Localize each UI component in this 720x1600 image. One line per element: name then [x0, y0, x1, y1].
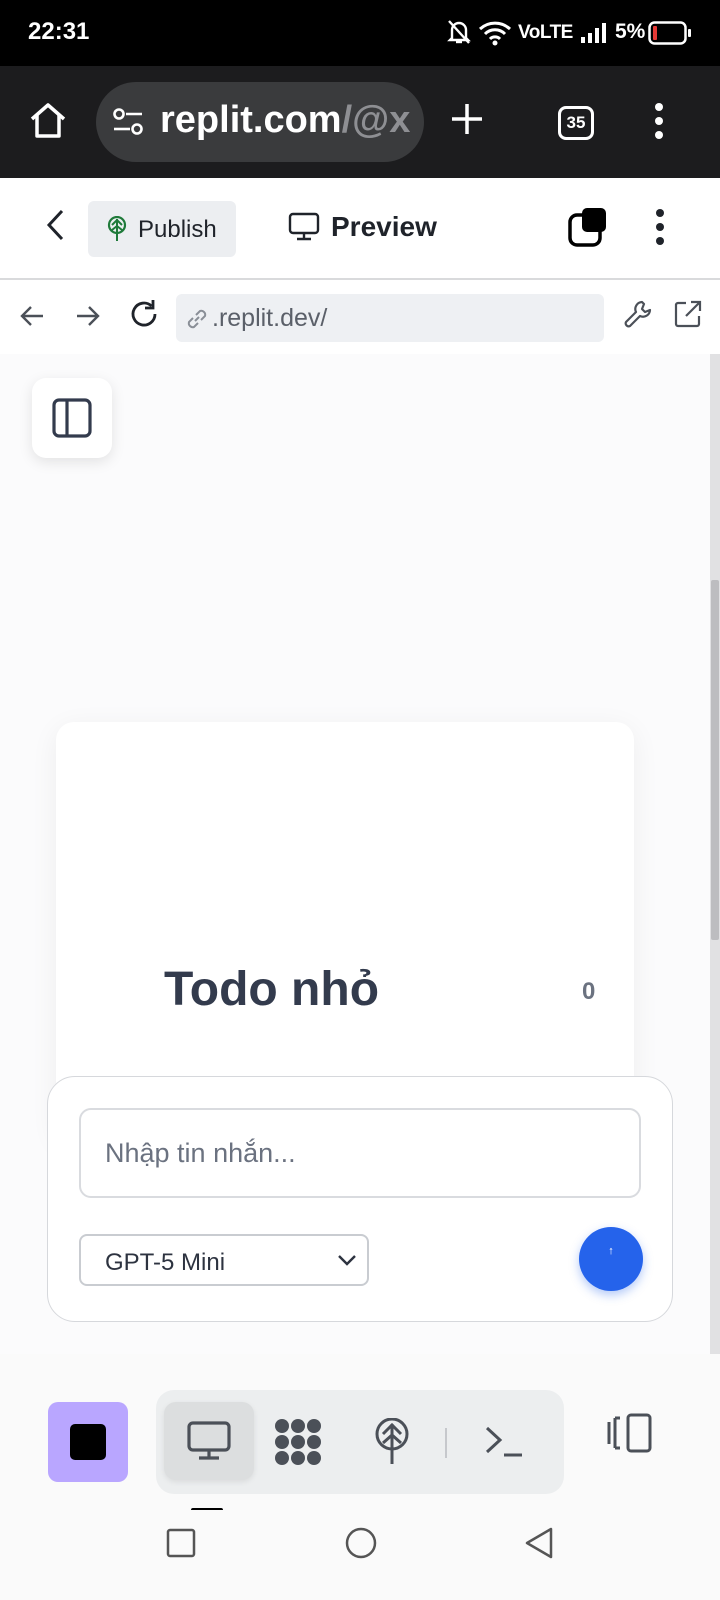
scrollbar-thumb[interactable] [711, 580, 719, 940]
tool-switcher [156, 1390, 564, 1494]
url-path: /@x [341, 99, 411, 141]
bottom-toolbar [0, 1354, 720, 1510]
tool-preview-tab[interactable] [164, 1402, 254, 1480]
sidebar-toggle-button[interactable] [32, 378, 112, 458]
publish-button[interactable]: Publish [88, 201, 236, 257]
wifi-icon [478, 20, 512, 46]
arrow-right-icon[interactable] [74, 302, 102, 330]
publish-tree-icon[interactable] [372, 1418, 412, 1466]
todo-title: Todo nhỏ [164, 963, 380, 1016]
browser-toolbar: replit.com/@x 35 [0, 66, 720, 178]
mute-icon [446, 18, 472, 46]
publish-tree-icon [106, 216, 128, 242]
arrow-left-icon[interactable] [18, 302, 46, 330]
browser-url-text: replit.com/@x [160, 99, 410, 142]
kebab-menu-icon[interactable] [652, 102, 666, 140]
kebab-menu-icon[interactable] [654, 208, 666, 246]
chevron-down-icon [337, 1253, 357, 1267]
monitor-icon [288, 212, 320, 242]
battery-percent: 5% [615, 20, 646, 43]
layers-icon[interactable] [568, 206, 610, 248]
replit-header: Publish Preview [0, 180, 720, 280]
todo-count: 0 [582, 978, 596, 1005]
battery-icon [648, 21, 692, 45]
chat-composer: Nhập tin nhắn... GPT-5 Mini ↑ [47, 1076, 673, 1322]
url-host: replit.com [160, 99, 342, 141]
link-icon [184, 306, 210, 332]
terminal-icon[interactable] [484, 1424, 524, 1458]
external-link-icon[interactable] [672, 298, 704, 330]
preview-url-text: .replit.dev/ [212, 304, 328, 332]
browser-url-bar[interactable]: replit.com/@x [96, 82, 424, 162]
reload-icon[interactable] [128, 298, 160, 330]
circle-home-icon[interactable] [344, 1526, 378, 1560]
model-select-value: GPT-5 Mini [105, 1249, 226, 1276]
status-time: 22:31 [28, 18, 90, 45]
sidebar-panel-icon [51, 397, 93, 439]
status-bar: 22:31 VoLTE 5% [0, 0, 720, 66]
chevron-left-icon[interactable] [44, 208, 68, 242]
wrench-icon[interactable] [622, 298, 654, 330]
publish-label: Publish [138, 216, 217, 243]
home-icon[interactable] [28, 100, 68, 140]
triangle-back-icon[interactable] [524, 1526, 554, 1560]
message-placeholder: Nhập tin nhắn... [105, 1138, 296, 1168]
android-nav-bar [0, 1510, 720, 1600]
stop-icon [70, 1424, 106, 1460]
message-input[interactable]: Nhập tin nhắn... [79, 1108, 641, 1198]
tab-switcher-button[interactable]: 35 [558, 106, 594, 140]
split-panel-icon[interactable] [606, 1412, 654, 1454]
model-select[interactable]: GPT-5 Mini [79, 1234, 369, 1286]
divider [445, 1428, 447, 1458]
send-arrow-icon: ↑ [608, 1245, 614, 1257]
monitor-icon [186, 1420, 232, 1462]
agent-dots-icon[interactable] [274, 1418, 322, 1466]
tune-icon[interactable] [112, 108, 144, 136]
preview-label: Preview [331, 211, 437, 242]
recents-icon[interactable] [166, 1528, 196, 1558]
stop-button[interactable] [48, 1402, 128, 1482]
send-button[interactable]: ↑ [579, 1227, 643, 1291]
network-label: VoLTE [518, 22, 573, 43]
preview-url-field[interactable]: .replit.dev/ [176, 294, 604, 342]
signal-icon [580, 22, 610, 44]
preview-address-row: .replit.dev/ [0, 282, 720, 354]
plus-icon[interactable] [450, 102, 484, 136]
